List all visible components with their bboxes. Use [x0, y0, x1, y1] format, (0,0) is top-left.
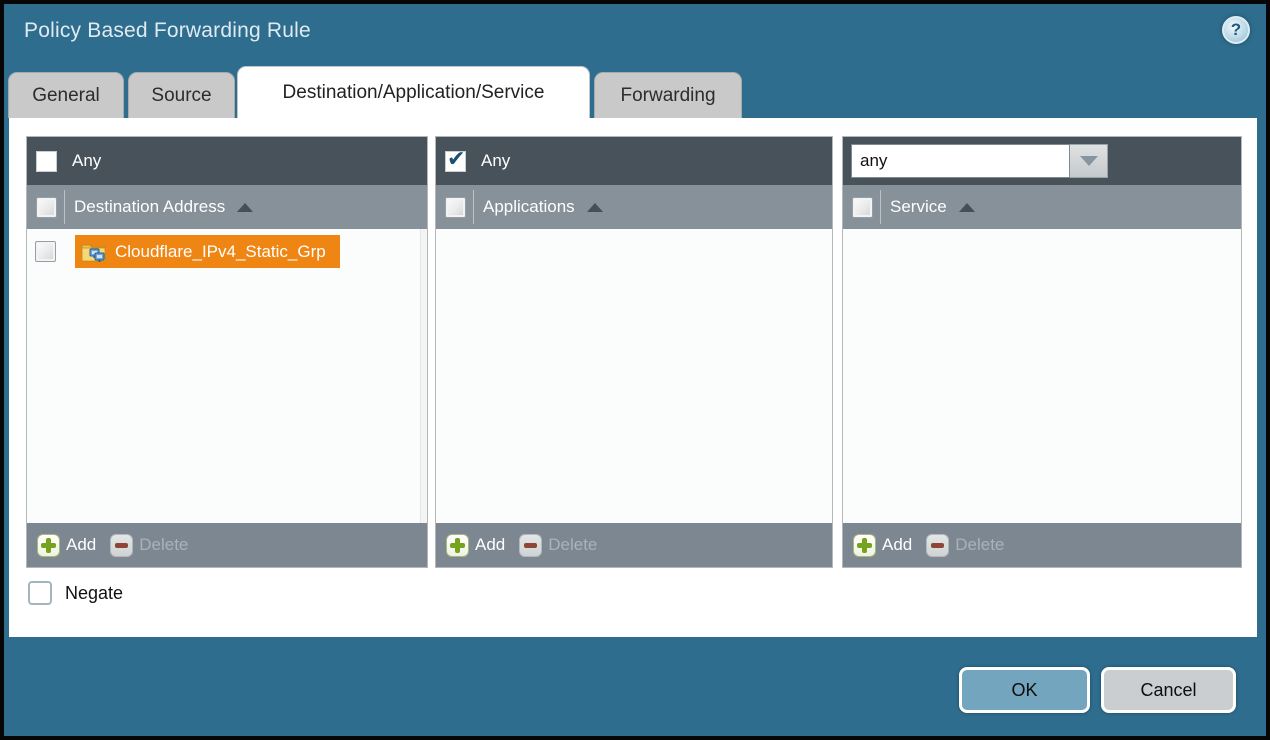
destination-address-entry[interactable]: Cloudflare_IPv4_Static_Grp [75, 235, 340, 268]
ok-button[interactable]: OK [959, 667, 1090, 713]
list-item[interactable]: Cloudflare_IPv4_Static_Grp [27, 229, 427, 269]
negate-row: Negate [28, 581, 123, 605]
destination-address-panel: Any Destination Address [26, 136, 428, 568]
address-group-icon [81, 241, 107, 263]
policy-based-forwarding-dialog: Policy Based Forwarding Rule ? General S… [0, 0, 1270, 740]
destination-footer: Add Delete [27, 523, 427, 567]
destination-address-name: Cloudflare_IPv4_Static_Grp [115, 242, 326, 262]
applications-any-label: Any [481, 151, 510, 171]
chevron-down-icon [1080, 156, 1098, 166]
applications-column-header[interactable]: Applications [436, 185, 832, 229]
tab-source[interactable]: Source [128, 72, 235, 118]
destination-delete-button[interactable]: Delete [139, 535, 188, 555]
tab-forwarding[interactable]: Forwarding [594, 72, 742, 118]
service-delete-button[interactable]: Delete [955, 535, 1004, 555]
tab-label: General [32, 85, 100, 107]
destination-column-header[interactable]: Destination Address [27, 185, 427, 229]
service-header-label: Service [890, 197, 947, 217]
destination-list: Cloudflare_IPv4_Static_Grp [27, 229, 427, 523]
sort-ascending-icon[interactable] [237, 203, 253, 212]
tab-general[interactable]: General [8, 72, 124, 118]
sort-ascending-icon[interactable] [587, 203, 603, 212]
tab-content: Any Destination Address [9, 118, 1257, 637]
service-mode-value[interactable]: any [851, 144, 1070, 178]
dialog-title: Policy Based Forwarding Rule [24, 19, 311, 43]
service-add-button[interactable]: Add [882, 535, 912, 555]
delete-icon[interactable] [519, 534, 542, 557]
applications-delete-button[interactable]: Delete [548, 535, 597, 555]
service-list [843, 229, 1241, 523]
sort-ascending-icon[interactable] [959, 203, 975, 212]
tab-destination-application-service[interactable]: Destination/Application/Service [237, 66, 590, 118]
destination-select-all-checkbox[interactable] [36, 197, 57, 218]
tab-label: Destination/Application/Service [283, 82, 545, 104]
applications-list [436, 229, 832, 523]
destination-any-bar: Any [27, 137, 427, 185]
header-separator [64, 190, 65, 224]
row-checkbox[interactable] [35, 241, 56, 262]
destination-add-button[interactable]: Add [66, 535, 96, 555]
destination-any-checkbox[interactable] [36, 151, 57, 172]
negate-checkbox[interactable] [28, 581, 52, 605]
applications-select-all-checkbox[interactable] [445, 197, 466, 218]
destination-any-label: Any [72, 151, 101, 171]
delete-icon[interactable] [926, 534, 949, 557]
service-column-header[interactable]: Service [843, 185, 1241, 229]
service-mode-dropdown[interactable]: any [851, 144, 1108, 178]
add-icon[interactable] [446, 534, 469, 557]
scrollbar-track[interactable] [420, 229, 427, 523]
header-separator [880, 190, 881, 224]
applications-footer: Add Delete [436, 523, 832, 567]
service-footer: Add Delete [843, 523, 1241, 567]
applications-any-checkbox[interactable] [445, 151, 466, 172]
add-icon[interactable] [37, 534, 60, 557]
help-icon[interactable]: ? [1222, 16, 1250, 44]
service-panel: any Service Add Delete [842, 136, 1242, 568]
destination-header-label: Destination Address [74, 197, 225, 217]
applications-any-bar: Any [436, 137, 832, 185]
applications-add-button[interactable]: Add [475, 535, 505, 555]
tab-label: Source [151, 85, 211, 107]
header-separator [473, 190, 474, 224]
negate-label: Negate [65, 583, 123, 604]
dropdown-button[interactable] [1070, 144, 1108, 178]
service-dropdown-bar: any [843, 137, 1241, 185]
cancel-button[interactable]: Cancel [1101, 667, 1236, 713]
applications-panel: Any Applications Add Delete [435, 136, 833, 568]
applications-header-label: Applications [483, 197, 575, 217]
add-icon[interactable] [853, 534, 876, 557]
delete-icon[interactable] [110, 534, 133, 557]
tab-label: Forwarding [620, 85, 715, 107]
service-select-all-checkbox[interactable] [852, 197, 873, 218]
